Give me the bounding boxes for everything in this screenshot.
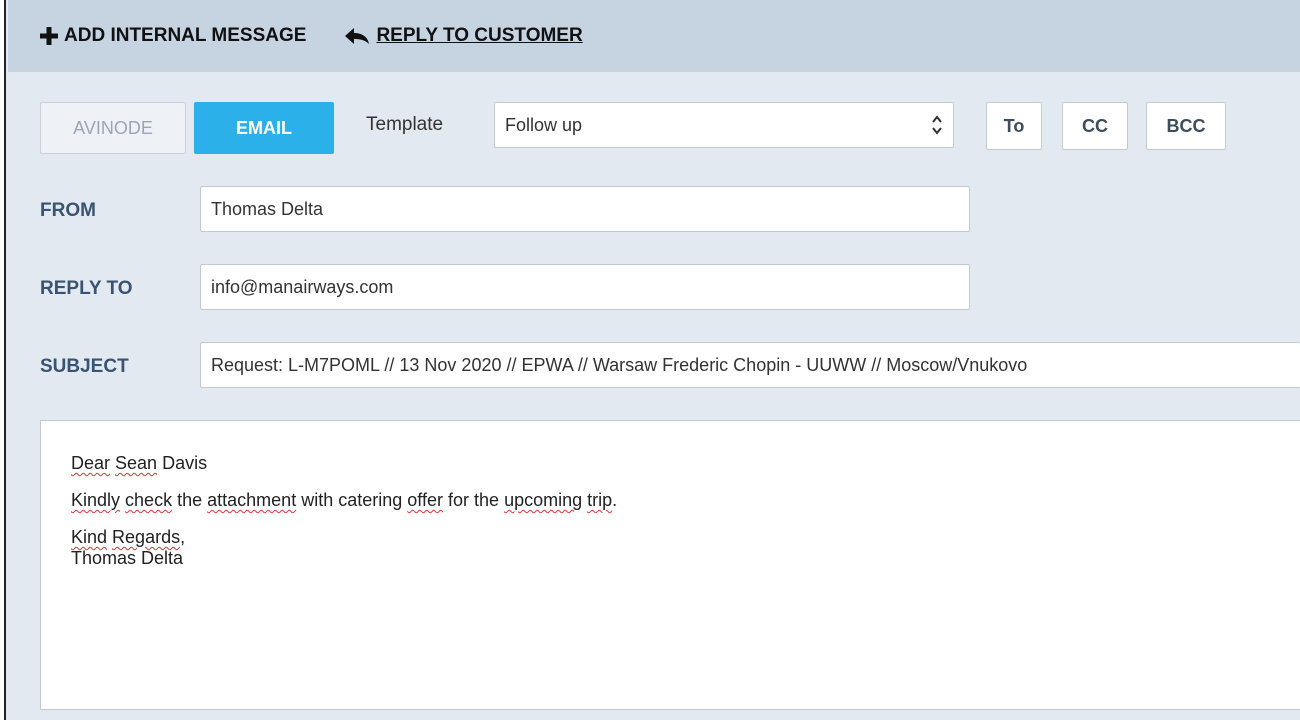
left-window-border (0, 0, 6, 720)
message-toolbar: ADD INTERNAL MESSAGE REPLY TO CUSTOMER (8, 0, 1300, 72)
reply-to-field[interactable]: info@manairways.com (200, 264, 970, 310)
closing-text: , (180, 527, 186, 547)
body-word: attachment (207, 490, 297, 510)
closing-word: Regards (112, 527, 181, 547)
reply-arrow-icon (345, 28, 370, 44)
body-text: with catering (301, 490, 403, 510)
body-word: upcoming (504, 490, 583, 510)
reply-to-label: REPLY TO (40, 278, 133, 299)
cc-button[interactable]: CC (1062, 102, 1128, 150)
greeting-word: Davis (162, 453, 208, 473)
closing-word: Kind (71, 527, 108, 547)
avinode-button[interactable]: AVINODE (40, 102, 186, 154)
body-text: for the (448, 490, 500, 510)
bcc-button[interactable]: BCC (1146, 102, 1226, 150)
body-text: the (177, 490, 203, 510)
body-word: check (125, 490, 173, 510)
from-field[interactable]: Thomas Delta (200, 186, 970, 232)
subject-label: SUBJECT (40, 356, 129, 377)
up-down-arrows-icon (932, 115, 942, 135)
greeting-word: Sean (115, 453, 158, 473)
body-word: offer (407, 490, 443, 510)
reply-to-customer-label: REPLY TO CUSTOMER (376, 25, 583, 46)
email-button[interactable]: EMAIL (194, 102, 334, 154)
compose-panel: AVINODE EMAIL Template Follow up To CC B… (8, 72, 1300, 720)
add-internal-message-button[interactable]: ADD INTERNAL MESSAGE (40, 25, 306, 47)
signature-line: Thomas Delta (71, 548, 184, 568)
to-button[interactable]: To (986, 102, 1042, 150)
template-selected-value: Follow up (505, 115, 583, 135)
body-text: . (612, 490, 618, 510)
closing-line: Kind Regards, (71, 527, 1270, 548)
body-word: Kindly (71, 490, 121, 510)
body-line: Kindly check the attachment with caterin… (71, 490, 1270, 511)
plus-icon (40, 27, 58, 45)
reply-to-customer-button[interactable]: REPLY TO CUSTOMER (344, 25, 583, 47)
message-body-editor[interactable]: Dear Sean Davis Kindly check the attachm… (40, 420, 1300, 710)
template-label: Template (366, 114, 444, 135)
greeting-line: Dear Sean Davis (71, 453, 1270, 474)
subject-field[interactable]: Request: L-M7POML // 13 Nov 2020 // EPWA… (200, 342, 1300, 388)
body-word: trip (587, 490, 613, 510)
add-internal-message-label: ADD INTERNAL MESSAGE (64, 25, 307, 46)
from-label: FROM (40, 200, 96, 221)
greeting-word: Dear (71, 453, 111, 473)
template-select[interactable]: Follow up (494, 102, 954, 148)
